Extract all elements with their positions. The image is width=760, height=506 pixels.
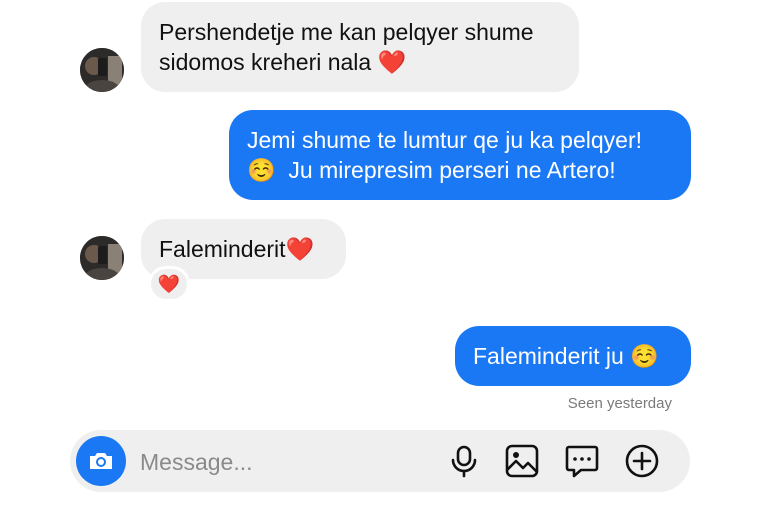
heart-emoji: ❤️ bbox=[377, 49, 407, 75]
message-bubble-incoming[interactable]: Pershendetje me kan pelqyer shume sidomo… bbox=[141, 2, 579, 92]
camera-button[interactable] bbox=[76, 436, 126, 486]
message-text-line: Pershendetje me kan pelqyer shume bbox=[159, 19, 534, 45]
smile-emoji: ☺️ bbox=[247, 157, 276, 183]
message-bubble-outgoing[interactable]: Jemi shume te lumtur qe ju ka pelqyer! ☺… bbox=[229, 110, 691, 200]
add-button[interactable] bbox=[624, 443, 660, 479]
sticker-chat-icon bbox=[565, 445, 599, 478]
message-text: Faleminderit bbox=[159, 236, 286, 262]
heart-emoji: ❤️ bbox=[285, 236, 315, 262]
seen-status: Seen yesterday bbox=[567, 395, 672, 412]
message-text: Faleminderit ju bbox=[473, 343, 624, 369]
smile-emoji: ☺️ bbox=[630, 343, 659, 369]
camera-icon bbox=[90, 453, 112, 469]
contact-avatar[interactable] bbox=[80, 48, 124, 92]
microphone-icon bbox=[451, 445, 477, 478]
gallery-icon bbox=[505, 444, 539, 478]
microphone-button[interactable] bbox=[446, 443, 482, 479]
heart-reaction[interactable]: ❤️ bbox=[148, 266, 190, 302]
message-bubble-outgoing[interactable]: Faleminderit ju ☺️ bbox=[455, 326, 691, 386]
avatar-photo bbox=[80, 48, 124, 92]
add-circle-icon bbox=[625, 444, 659, 478]
message-composer bbox=[70, 430, 690, 492]
message-input[interactable] bbox=[138, 443, 442, 481]
contact-avatar[interactable] bbox=[80, 236, 124, 280]
avatar-photo bbox=[80, 236, 124, 280]
message-text-line: ☺️ Ju mirepresim perseri ne Artero! bbox=[247, 157, 616, 183]
sticker-chat-button[interactable] bbox=[564, 443, 600, 479]
gallery-button[interactable] bbox=[504, 443, 540, 479]
message-text-line: sidomos kreheri nala ❤️ bbox=[159, 49, 407, 75]
message-text-line: Jemi shume te lumtur qe ju ka pelqyer! bbox=[247, 127, 643, 153]
